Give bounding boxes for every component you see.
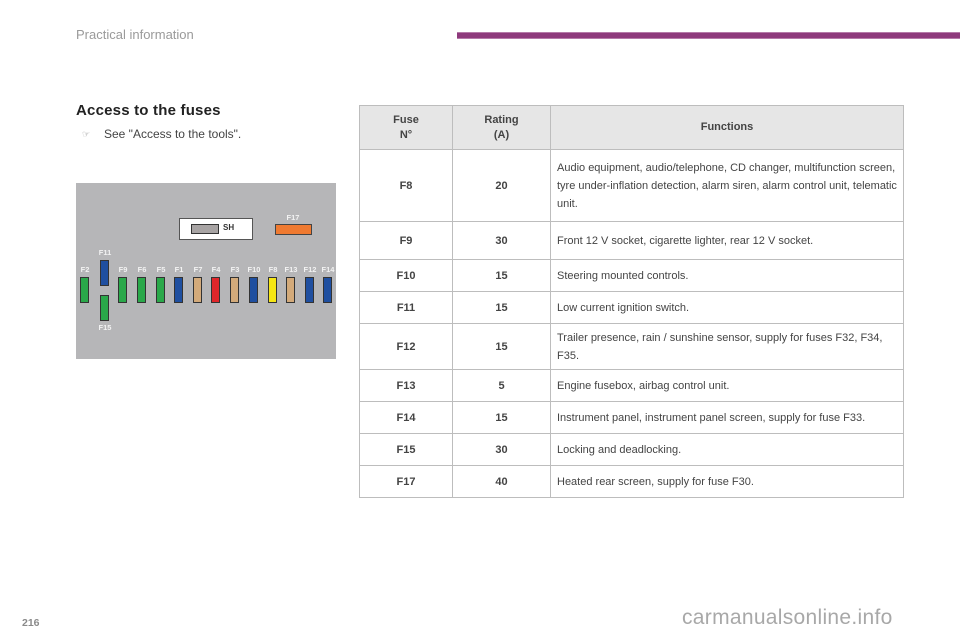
header-fuse-line1: Fuse	[393, 113, 419, 126]
fuse-label-f1: F1	[174, 265, 184, 274]
fuse-f13	[286, 277, 295, 303]
header-fuse-line2: N°	[399, 128, 413, 141]
fuse-f11	[100, 260, 109, 286]
fusebox-diagram: SH F17 F2 F11 F15 F9 F6 F5 F1 F7 F4 F3 F10 F8 F13 F12…	[76, 183, 336, 359]
fuse-number-cell: F17	[359, 465, 453, 498]
fuse-label-f10: F10	[247, 265, 261, 274]
fuse-number-cell: F9	[359, 221, 453, 260]
bullet-text: See "Access to the tools".	[104, 127, 242, 141]
table-row: F13 5 Engine fusebox, airbag control unit.	[359, 369, 904, 402]
functions-cell: Heated rear screen, supply for fuse F30.	[550, 465, 904, 498]
pointing-hand-icon: ☞	[82, 128, 91, 139]
table-row: F14 15 Instrument panel, instrument panel …	[359, 401, 904, 434]
functions-cell: Instrument panel, instrument panel scree…	[550, 401, 904, 434]
fuse-f8	[268, 277, 277, 303]
table-row: F8 20 Audio equipment, audio/telephone, CD…	[359, 149, 904, 222]
functions-cell: Steering mounted controls.	[550, 259, 904, 292]
fuse-number-cell: F14	[359, 401, 453, 434]
page-header-title: Practical information	[76, 27, 194, 42]
functions-cell: Engine fusebox, airbag control unit.	[550, 369, 904, 402]
fuse-f12	[305, 277, 314, 303]
fuse-label-f11: F11	[98, 248, 112, 257]
fuse-label-f12: F12	[303, 265, 317, 274]
fuse-label-f14: F14	[321, 265, 335, 274]
fuse-f10	[249, 277, 258, 303]
rating-cell: 20	[452, 149, 551, 222]
table-row: F11 15 Low current ignition switch.	[359, 291, 904, 324]
watermark: carmanualsonline.info	[682, 606, 893, 629]
fuse-f6	[137, 277, 146, 303]
fuse-f15	[100, 295, 109, 321]
section-title: Access to the fuses	[76, 102, 221, 119]
fuse-number-cell: F12	[359, 323, 453, 370]
fuse-label-f15: F15	[98, 323, 112, 332]
table-header-row: Fuse N° Rating (A) Functions	[359, 105, 904, 150]
fuse-f17	[275, 224, 312, 235]
fuse-number-cell: F15	[359, 433, 453, 466]
fuse-label-f7: F7	[193, 265, 203, 274]
rating-cell: 40	[452, 465, 551, 498]
fuse-f2	[80, 277, 89, 303]
fuse-number-cell: F10	[359, 259, 453, 292]
fuse-label-f9: F9	[118, 265, 128, 274]
table-row: F12 15 Trailer presence, rain / sunshine s…	[359, 323, 904, 370]
fuse-f7	[193, 277, 202, 303]
fuse-f4	[211, 277, 220, 303]
rating-cell: 15	[452, 401, 551, 434]
rating-cell: 5	[452, 369, 551, 402]
fuse-number-cell: F8	[359, 149, 453, 222]
fuse-f14	[323, 277, 332, 303]
rating-cell: 15	[452, 291, 551, 324]
header-functions: Functions	[550, 105, 904, 150]
fuse-label-f3: F3	[230, 265, 240, 274]
table-row: F9 30 Front 12 V socket, cigarette lighter…	[359, 221, 904, 260]
fuse-number-cell: F11	[359, 291, 453, 324]
fuse-f5	[156, 277, 165, 303]
functions-cell: Front 12 V socket, cigarette lighter, re…	[550, 221, 904, 260]
fuse-label-f2: F2	[80, 265, 90, 274]
fuse-label-f5: F5	[156, 265, 166, 274]
fuse-f1	[174, 277, 183, 303]
header-rating-line2: (A)	[493, 128, 510, 141]
table-row: F10 15 Steering mounted controls.	[359, 259, 904, 292]
header-fuse-number: Fuse N°	[359, 105, 453, 150]
fuse-label-f17: F17	[286, 213, 300, 222]
functions-cell: Low current ignition switch.	[550, 291, 904, 324]
shunt-holder: SH	[179, 218, 253, 240]
fuse-f3	[230, 277, 239, 303]
header-accent-rule	[457, 32, 960, 39]
rating-cell: 15	[452, 259, 551, 292]
fuse-label-f4: F4	[211, 265, 221, 274]
bullet-item: ☞ See "Access to the tools".	[82, 127, 241, 141]
table-row: F15 30 Locking and deadlocking.	[359, 433, 904, 466]
page-number: 216	[22, 617, 40, 629]
fuse-label-f8: F8	[268, 265, 278, 274]
rating-cell: 30	[452, 433, 551, 466]
fuse-label-f6: F6	[137, 265, 147, 274]
header-rating-line1: Rating	[484, 113, 519, 126]
functions-cell: Trailer presence, rain / sunshine sensor…	[550, 323, 904, 370]
header-rating: Rating (A)	[452, 105, 551, 150]
fuse-f9	[118, 277, 127, 303]
shunt-fuse	[191, 224, 219, 234]
rating-cell: 15	[452, 323, 551, 370]
fuse-number-cell: F13	[359, 369, 453, 402]
functions-cell: Audio equipment, audio/telephone, CD cha…	[550, 149, 904, 222]
shunt-label: SH	[223, 223, 235, 232]
table-row: F17 40 Heated rear screen, supply for fuse…	[359, 465, 904, 498]
functions-cell: Locking and deadlocking.	[550, 433, 904, 466]
fuse-label-f13: F13	[284, 265, 298, 274]
rating-cell: 30	[452, 221, 551, 260]
fuse-table: Fuse N° Rating (A) Functions F8 20 Audio equ…	[359, 105, 904, 498]
